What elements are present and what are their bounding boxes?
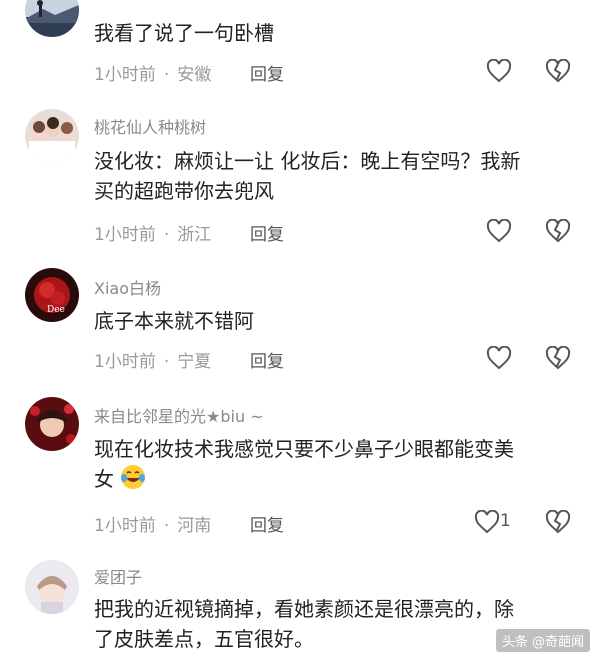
comment-time: 1小时前 [94,225,156,245]
avatar[interactable] [25,560,79,614]
like-count: 1 [500,511,511,531]
dislike-icon[interactable] [545,345,571,370]
comment-meta: 1小时前 · 宁夏 [94,347,211,372]
comment-text-line: 买的超跑带你去兜风 [94,179,274,203]
reply-button[interactable]: 回复 [250,511,284,536]
landscape-avatar-icon [25,0,79,37]
comment-text: 现在化妆技术我感觉只要不少鼻子少眼都能变美 女 [94,434,580,494]
red-portrait-avatar-icon [25,397,79,451]
reply-button[interactable]: 回复 [250,220,284,245]
username[interactable]: 桃花仙人种桃树 [94,114,206,138]
comment-meta: 1小时前 · 浙江 [94,220,211,245]
red-flower-avatar-icon: Dee [25,268,79,322]
avatar[interactable]: Dee [25,268,79,322]
comment-text: 没化妆：麻烦让一让 化妆后：晚上有空吗？我新 买的超跑带你去兜风 [94,146,580,206]
comment-time: 1小时前 [94,516,156,536]
svg-text:Dee: Dee [47,305,65,315]
comment-time: 1小时前 [94,65,156,85]
portrait-avatar-icon [25,560,79,614]
comment-time: 1小时前 [94,352,156,372]
dislike-icon[interactable] [545,58,571,83]
like-icon[interactable] [486,218,512,243]
comment-text-fragment: 女 [94,467,114,491]
dislike-icon[interactable] [545,218,571,243]
dislike-icon[interactable] [545,509,571,534]
avatar[interactable] [25,109,79,163]
like-icon[interactable] [474,509,500,534]
avatar[interactable] [25,0,79,37]
like-icon[interactable] [486,345,512,370]
comment-meta: 1小时前 · 安徽 [94,60,211,85]
comment-location: 安徽 [177,65,212,85]
comment-text: 我看了说了一句卧槽 [94,21,274,45]
username[interactable]: Xiao白杨 [94,275,161,299]
comment-location: 浙江 [177,225,212,245]
comment-location: 河南 [177,516,212,536]
group-photo-avatar-icon [25,109,79,163]
comment-text-line: 女 [94,464,580,494]
comment-text-line: 没化妆：麻烦让一让 化妆后：晚上有空吗？我新 [94,149,521,173]
like-icon[interactable] [486,58,512,83]
username[interactable]: 爱团子 [94,564,142,588]
separator: · [163,65,170,85]
reply-button[interactable]: 回复 [250,347,284,372]
reply-button[interactable]: 回复 [250,60,284,85]
avatar[interactable] [25,397,79,451]
username[interactable]: 来自比邻星的光★biu ~ [94,403,264,427]
comment-text: 底子本来就不错阿 [94,309,254,333]
separator: · [163,352,170,372]
comment-meta: 1小时前 · 河南 [94,511,211,536]
separator: · [163,225,170,245]
laughing-tears-emoji-icon [121,465,146,489]
watermark: 头条 @奇葩闻 [495,629,590,652]
comment-location: 宁夏 [177,352,212,372]
comment-text-line: 现在化妆技术我感觉只要不少鼻子少眼都能变美 [94,437,514,461]
separator: · [163,516,170,536]
comment-text-line: 把我的近视镜摘掉，看她素颜还是很漂亮的，除 [94,597,514,621]
